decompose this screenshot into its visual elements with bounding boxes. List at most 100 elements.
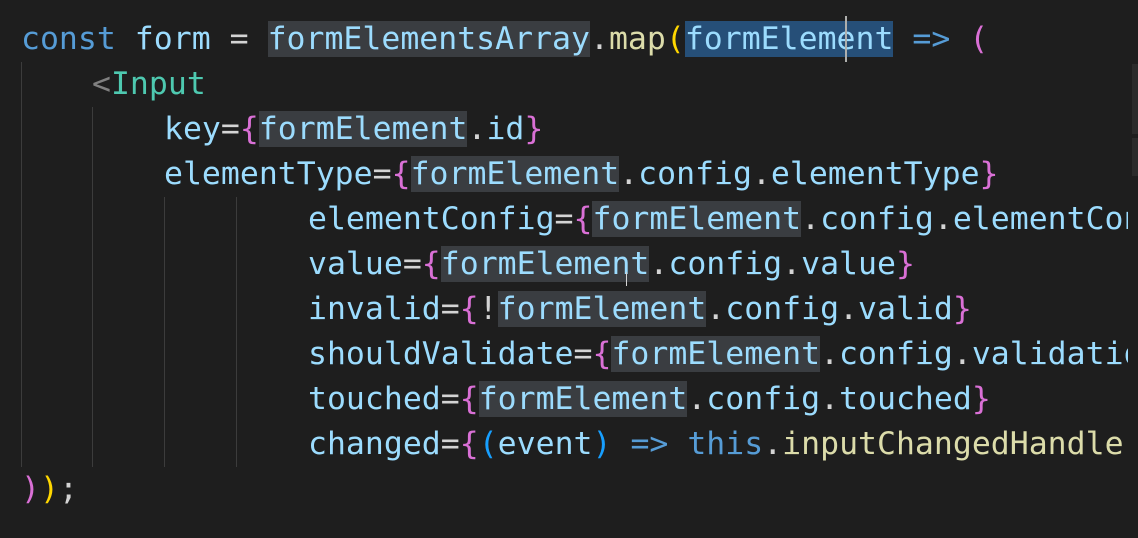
code-token: } <box>979 156 999 192</box>
code-token: . <box>801 201 821 237</box>
scrollbar-highlight-marker <box>1132 64 1138 134</box>
code-token: shouldValidate <box>308 336 574 372</box>
code-token: value <box>801 246 896 282</box>
indent-guide-2 <box>92 107 93 467</box>
code-token: valid <box>858 291 953 327</box>
code-token: formElement <box>258 111 468 147</box>
code-token: } <box>952 291 972 327</box>
code-token: config <box>638 156 752 192</box>
code-token: changed <box>308 426 441 462</box>
code-token: map <box>608 21 666 57</box>
code-token: . <box>839 291 859 327</box>
code-line-10[interactable]: changed={(event) => this.inputChangedHan… <box>308 422 1138 467</box>
code-token: => <box>630 426 669 462</box>
code-line-4[interactable]: elementType={formElement.config.elementT… <box>164 152 999 197</box>
code-token: = <box>554 201 574 237</box>
code-token: formElement <box>592 201 802 237</box>
code-token: { <box>459 381 479 417</box>
text-cursor <box>845 16 847 62</box>
code-line-9[interactable]: touched={formElement.config.touched} <box>308 377 991 422</box>
code-token: config <box>820 201 934 237</box>
code-token: . <box>687 381 707 417</box>
vertical-scrollbar[interactable] <box>1128 0 1138 538</box>
code-line-3[interactable]: key={formElement.id} <box>164 107 543 152</box>
code-token: . <box>933 201 953 237</box>
code-token: = <box>440 381 460 417</box>
code-line-6[interactable]: value={formElement.config.value} <box>308 242 915 287</box>
code-token: = <box>440 291 460 327</box>
code-token: formElementsArray <box>267 21 590 57</box>
code-token: this <box>687 426 764 462</box>
code-token: formElement <box>497 291 707 327</box>
code-token: = <box>440 426 460 462</box>
code-token: < <box>92 66 111 102</box>
code-token: } <box>971 381 991 417</box>
code-line-11[interactable]: )); <box>21 467 78 512</box>
indent-guide-4 <box>236 197 237 467</box>
code-token: = <box>402 246 422 282</box>
code-token: config <box>725 291 840 327</box>
code-token: ) <box>21 471 40 507</box>
code-token: ( <box>969 21 989 57</box>
code-token: . <box>952 336 972 372</box>
code-token: elementType <box>164 156 373 192</box>
code-token: formElement <box>611 336 821 372</box>
code-line-2[interactable]: <Input <box>92 62 206 107</box>
code-token: ; <box>58 471 78 507</box>
code-token: . <box>782 246 802 282</box>
code-token: formElement <box>440 246 650 282</box>
code-line-7[interactable]: invalid={!formElement.config.valid} <box>308 287 972 332</box>
code-token: touched <box>308 381 441 417</box>
code-token: Input <box>110 66 206 102</box>
code-token: . <box>820 336 840 372</box>
code-token: ( <box>478 426 498 462</box>
code-token: formElement <box>684 21 894 57</box>
scrollbar-highlight-marker <box>1132 138 1138 176</box>
code-token: . <box>589 21 609 57</box>
code-token: elementConfig <box>308 201 555 237</box>
code-token: inputChangedHandler <box>782 426 1138 462</box>
code-line-5[interactable]: elementConfig={formElement.config.elemen… <box>308 197 1138 242</box>
code-line-8[interactable]: shouldValidate={formElement.config.valid… <box>308 332 1138 377</box>
code-token: ) <box>39 471 59 507</box>
code-token: . <box>649 246 669 282</box>
code-token: . <box>763 426 783 462</box>
code-token: event <box>497 426 593 462</box>
code-token: { <box>459 426 479 462</box>
code-token: = <box>372 156 392 192</box>
code-editor[interactable]: const form = formElementsArray.map(formE… <box>0 0 1138 538</box>
code-token: id <box>486 111 525 147</box>
code-token: touched <box>839 381 972 417</box>
code-token: { <box>421 246 441 282</box>
code-token: = <box>220 111 240 147</box>
code-token: form <box>134 21 211 57</box>
code-token: } <box>524 111 544 147</box>
code-token: elementConfi <box>952 201 1138 237</box>
code-token: . <box>751 156 771 192</box>
code-token: const <box>21 21 116 57</box>
code-token: { <box>459 291 479 327</box>
code-token: ) <box>592 426 612 462</box>
code-token: . <box>467 111 487 147</box>
code-token: = <box>573 336 593 372</box>
code-token: key <box>164 111 221 147</box>
code-token: invalid <box>308 291 441 327</box>
code-token: . <box>820 381 840 417</box>
indent-guide-3 <box>164 197 165 467</box>
code-token: . <box>706 291 726 327</box>
code-token: config <box>839 336 953 372</box>
code-token: config <box>668 246 783 282</box>
code-token: formElement <box>410 156 620 192</box>
code-token: elementType <box>770 156 980 192</box>
code-token: { <box>573 201 593 237</box>
code-token: validation <box>971 336 1138 372</box>
code-line-1[interactable]: const form = formElementsArray.map(formE… <box>21 17 988 62</box>
code-token: formElement <box>478 381 688 417</box>
code-token: } <box>895 246 915 282</box>
code-token: => <box>912 21 951 57</box>
code-token: { <box>391 156 411 192</box>
